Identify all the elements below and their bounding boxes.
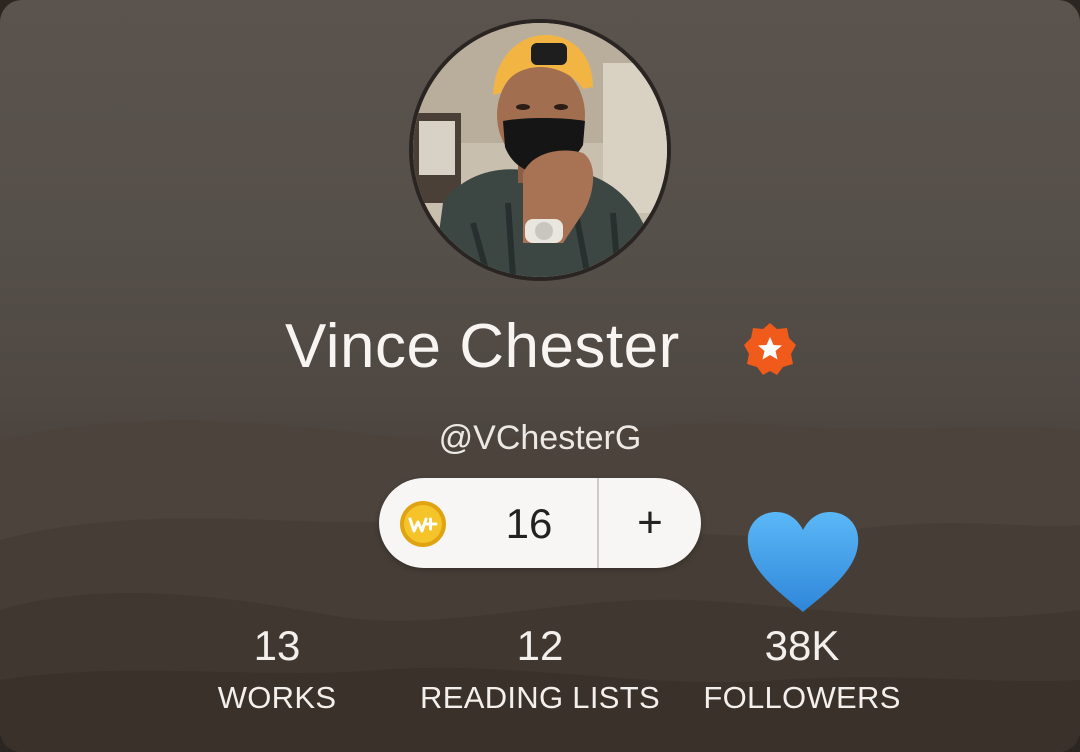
star-badge-icon bbox=[744, 323, 796, 375]
profile-handle: @VChesterG bbox=[438, 419, 642, 457]
works-label: WORKS bbox=[217, 680, 337, 715]
coin-count: 16 bbox=[505, 500, 553, 547]
profile-name: Vince Chester bbox=[285, 312, 680, 381]
reading-lists-label: READING LISTS bbox=[420, 680, 660, 715]
blue-heart-icon[interactable] bbox=[744, 508, 862, 616]
coins-widget[interactable]: 16 + bbox=[379, 478, 701, 568]
stat-reading-lists[interactable]: 12 READING LISTS bbox=[400, 620, 680, 718]
followers-count: 38K bbox=[764, 622, 840, 669]
profile-header: Vince Chester @VChesterG 16 + 13 WORKS 1… bbox=[0, 0, 1080, 752]
avatar[interactable] bbox=[409, 19, 671, 281]
reading-lists-count: 12 bbox=[516, 622, 564, 669]
wattpad-coin-icon bbox=[400, 501, 446, 547]
followers-label: FOLLOWERS bbox=[703, 680, 901, 715]
stat-works[interactable]: 13 WORKS bbox=[177, 620, 377, 718]
works-count: 13 bbox=[253, 622, 301, 669]
add-coins-button[interactable]: + bbox=[599, 478, 701, 568]
avatar-photo bbox=[413, 23, 667, 277]
stat-followers[interactable]: 38K FOLLOWERS bbox=[682, 620, 922, 718]
